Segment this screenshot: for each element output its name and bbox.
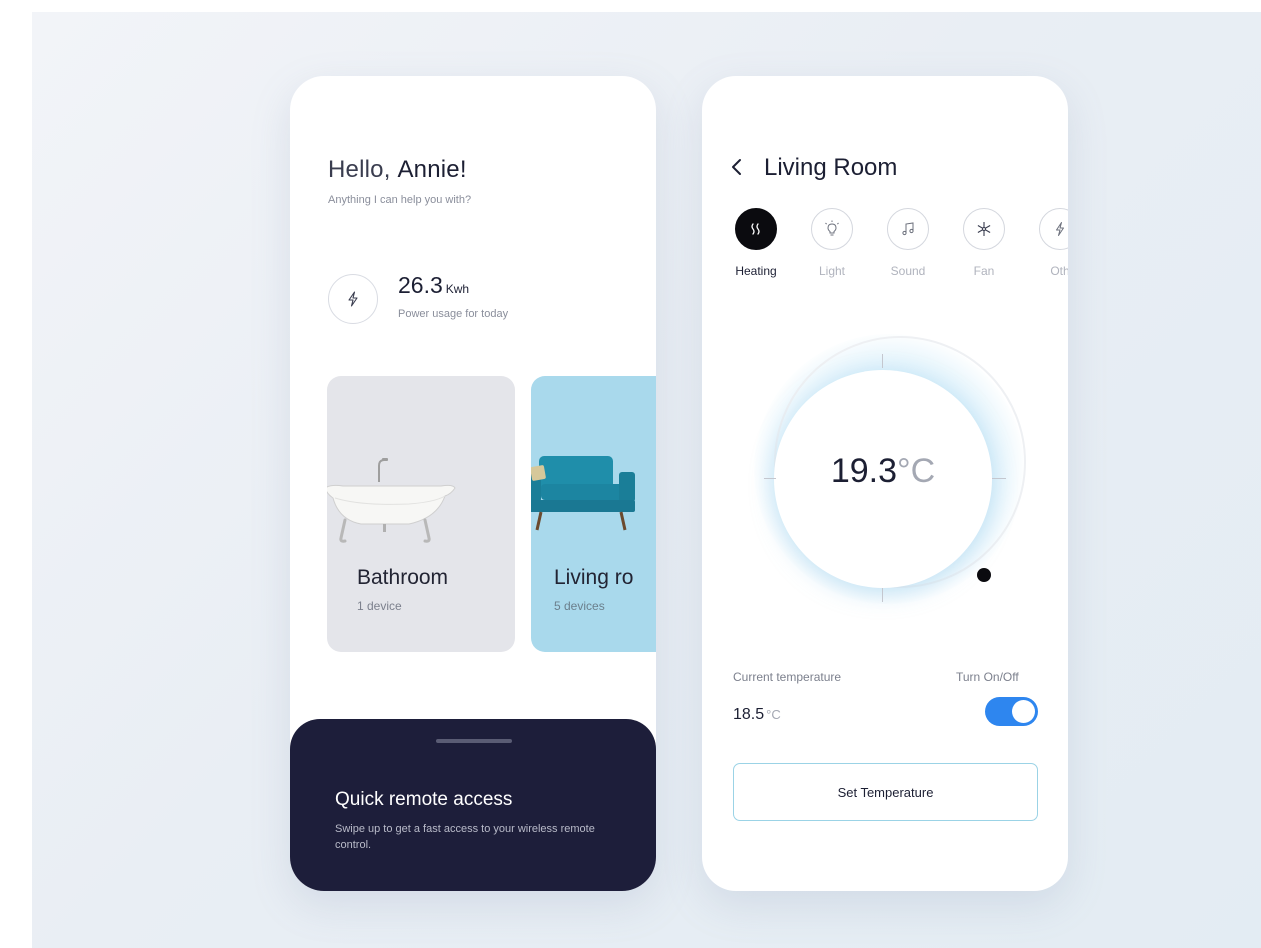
tab-label: Sound [890, 264, 926, 278]
device-category-tabs: Heating Light Sound Fan Oth [726, 208, 1068, 288]
chevron-left-icon [732, 159, 741, 175]
current-temperature-label: Current temperature [733, 670, 842, 684]
drag-handle[interactable] [436, 739, 512, 743]
room-card-bathroom[interactable]: Bathroom 1 device [327, 376, 515, 652]
lightning-icon [1039, 208, 1068, 250]
sheet-title: Quick remote access [335, 789, 513, 810]
tab-light[interactable]: Light [802, 208, 862, 278]
target-temperature: 19.3°C [774, 452, 992, 491]
room-name: Living ro [554, 566, 634, 589]
power-unit: Kwh [445, 282, 470, 296]
tab-label: Heating [735, 264, 777, 278]
quick-remote-sheet[interactable]: Quick remote access Swipe up to get a fa… [290, 719, 656, 891]
tab-label: Light [818, 264, 846, 278]
dial-tick [882, 588, 883, 602]
back-button[interactable] [730, 154, 752, 180]
greeting-subtitle: Anything I can help you with? [328, 194, 472, 206]
current-temperature-value: 18.5 [733, 706, 765, 723]
target-temperature-value: 19.3 [830, 452, 898, 490]
sheet-description: Swipe up to get a fast access to your wi… [335, 823, 595, 851]
current-temperature: 18.5 °C [733, 706, 781, 724]
tab-label: Oth [1050, 264, 1068, 278]
toggle-knob [1012, 700, 1035, 723]
tab-sound[interactable]: Sound [878, 208, 938, 278]
page-title: Living Room [764, 154, 898, 181]
room-device-count: 5 devices [554, 599, 605, 613]
home-screen: Hello, Annie! Anything I can help you wi… [290, 76, 656, 891]
greeting: Hello, Annie! [328, 156, 467, 184]
room-name: Bathroom [357, 566, 449, 589]
power-toggle[interactable] [985, 697, 1038, 726]
bathtub-image [327, 458, 456, 543]
lightning-icon [348, 291, 358, 307]
dial-handle[interactable] [977, 568, 991, 582]
tab-other[interactable]: Oth [1030, 208, 1068, 278]
set-temperature-button[interactable]: Set Temperature [733, 763, 1038, 821]
tab-fan[interactable]: Fan [954, 208, 1014, 278]
power-usage-value: 26.3 Kwh [398, 272, 469, 299]
greeting-hello: Hello, [328, 156, 391, 183]
power-number: 26.3 [398, 272, 443, 298]
sofa-image [531, 456, 635, 531]
room-card-living-room[interactable]: Living ro 5 devices [531, 376, 656, 652]
power-usage-label: Power usage for today [398, 308, 509, 320]
music-note-icon [887, 208, 929, 250]
room-device-count: 1 device [357, 599, 402, 613]
target-temperature-unit: °C [897, 452, 936, 490]
tab-label: Fan [973, 264, 995, 278]
greeting-name: Annie! [397, 156, 467, 183]
dial-tick [882, 354, 883, 368]
current-temperature-unit: °C [766, 707, 781, 722]
power-toggle-label: Turn On/Off [956, 670, 1019, 684]
power-icon-badge [328, 274, 378, 324]
light-bulb-icon [811, 208, 853, 250]
dial-tick [992, 478, 1006, 479]
tab-heating[interactable]: Heating [726, 208, 786, 278]
heating-icon [735, 208, 777, 250]
fan-icon [963, 208, 1005, 250]
room-detail-screen: Living Room Heating Light Sound Fan Oth … [702, 76, 1068, 891]
